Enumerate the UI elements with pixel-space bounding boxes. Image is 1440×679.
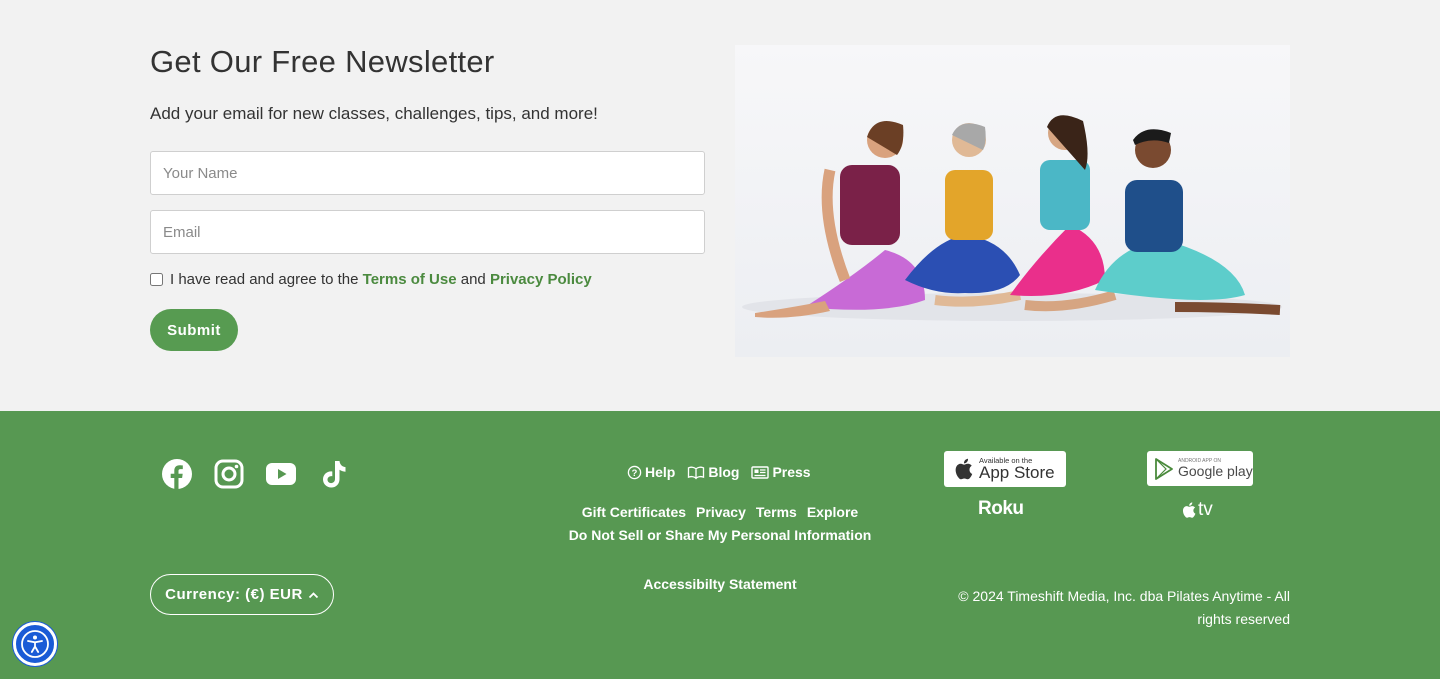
person-figure: [905, 123, 1022, 307]
blog-link[interactable]: Blog: [687, 464, 739, 480]
social-links: [160, 457, 350, 491]
agree-checkbox[interactable]: [150, 273, 163, 286]
play-icon: [1155, 457, 1173, 480]
blog-label: Blog: [708, 464, 740, 480]
currency-selector[interactable]: Currency: (€) EUR: [150, 574, 334, 615]
currency-label: Currency: (€) EUR: [165, 586, 303, 603]
accessibility-statement-link[interactable]: Accessibilty Statement: [540, 576, 900, 592]
press-link[interactable]: Press: [751, 464, 811, 480]
instagram-icon[interactable]: [212, 457, 246, 491]
facebook-icon[interactable]: [160, 457, 194, 491]
submit-button[interactable]: Submit: [150, 309, 238, 351]
help-icon: ?: [627, 465, 642, 479]
footer-links: Gift Certificates Privacy Terms Explore Do …: [540, 501, 900, 547]
newsletter-subtitle: Add your email for new classes, challeng…: [150, 104, 598, 123]
help-label: Help: [645, 464, 676, 480]
accessibility-icon: [21, 630, 49, 658]
gift-certificates-link[interactable]: Gift Certificates: [582, 504, 686, 520]
book-icon: [688, 466, 705, 479]
site-footer: ? Help Blog Press Gift Certificates Priva…: [0, 411, 1440, 679]
tiktok-icon[interactable]: [316, 457, 350, 491]
agree-prefix: I have read and agree to the: [170, 271, 359, 288]
do-not-sell-link[interactable]: Do Not Sell or Share My Personal Informa…: [569, 527, 872, 543]
apple-tv-logo[interactable]: tv: [1181, 499, 1213, 521]
apple-icon: [955, 458, 973, 480]
help-link[interactable]: ? Help: [627, 464, 675, 480]
google-play-big: Google play: [1178, 463, 1253, 479]
app-store-big: App Store: [979, 463, 1055, 483]
explore-link[interactable]: Explore: [807, 504, 858, 520]
apple-tv-label: tv: [1198, 499, 1213, 520]
newspaper-icon: [751, 465, 770, 479]
youtube-icon[interactable]: [264, 457, 298, 491]
footer-top-links: ? Help Blog Press: [627, 464, 811, 480]
app-store-badge[interactable]: Available on the App Store: [944, 451, 1066, 487]
person-figure: [755, 121, 925, 318]
copyright: © 2024 Timeshift Media, Inc. dba Pilates…: [958, 588, 1290, 627]
hero-image: [735, 45, 1290, 357]
agree-and: and: [460, 271, 486, 288]
privacy-link[interactable]: Privacy: [696, 504, 746, 520]
apple-icon: [1182, 502, 1196, 518]
terms-link[interactable]: Terms: [756, 504, 797, 520]
chevron-up-icon: [308, 591, 318, 598]
newsletter-section: Get Our Free Newsletter Add your email f…: [0, 0, 1440, 411]
newsletter-title: Get Our Free Newsletter: [150, 44, 495, 79]
email-input[interactable]: [150, 210, 705, 254]
google-play-badge[interactable]: ANDROID APP ON Google play: [1147, 451, 1253, 486]
agree-terms: I have read and agree to the Terms of Us…: [150, 271, 592, 288]
terms-of-use-link[interactable]: Terms of Use: [363, 271, 457, 288]
press-label: Press: [772, 464, 811, 480]
name-input[interactable]: [150, 151, 705, 195]
person-figure: [1095, 129, 1281, 315]
accessibility-widget-button[interactable]: [13, 622, 57, 666]
roku-logo[interactable]: Roku: [978, 498, 1024, 520]
privacy-policy-link[interactable]: Privacy Policy: [490, 271, 592, 288]
svg-text:?: ?: [632, 467, 638, 477]
person-figure: [1010, 115, 1117, 312]
